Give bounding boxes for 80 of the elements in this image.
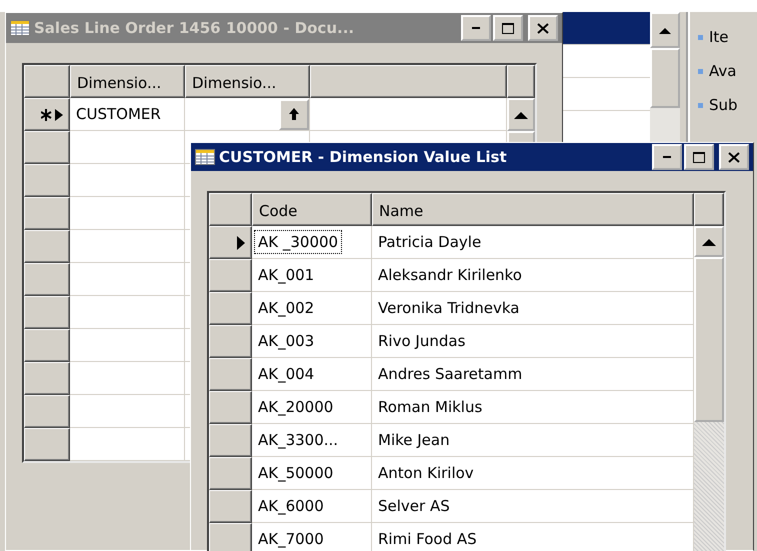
bullet-icon bbox=[698, 102, 703, 108]
close-icon bbox=[728, 152, 740, 162]
link[interactable]: Ava bbox=[709, 62, 736, 80]
table-cell: CUSTOMER bbox=[70, 98, 185, 131]
up-arrow-icon bbox=[659, 26, 671, 34]
link[interactable]: Ite bbox=[709, 28, 729, 46]
close-button[interactable] bbox=[719, 144, 749, 170]
minimize-icon bbox=[663, 156, 671, 158]
row-header[interactable] bbox=[209, 358, 252, 391]
row-header[interactable] bbox=[209, 391, 252, 424]
row-header[interactable] bbox=[209, 457, 252, 490]
column-header[interactable]: Code bbox=[252, 193, 372, 226]
column-header[interactable]: Name bbox=[372, 193, 694, 226]
row-header[interactable] bbox=[24, 131, 70, 164]
table-cell: Veronika Tridnevka bbox=[372, 292, 694, 325]
maximize-icon bbox=[502, 22, 514, 34]
row-header[interactable] bbox=[24, 362, 70, 395]
table-cell-text: AK_003 bbox=[257, 331, 316, 352]
table-cell: Mike Jean bbox=[372, 424, 694, 457]
lookup-button[interactable] bbox=[279, 98, 309, 130]
column-header[interactable]: Dimensio... bbox=[70, 65, 185, 98]
table-icon bbox=[195, 149, 215, 165]
row-header[interactable] bbox=[24, 164, 70, 197]
row-header[interactable] bbox=[24, 428, 70, 461]
table-cell-text: AK_7000 bbox=[257, 529, 325, 550]
row-header[interactable] bbox=[24, 230, 70, 263]
row-header[interactable] bbox=[24, 329, 70, 362]
row-header[interactable] bbox=[209, 292, 252, 325]
row-header[interactable] bbox=[209, 193, 252, 226]
scroll-up-button[interactable] bbox=[650, 12, 680, 48]
table-cell-text: AK_001 bbox=[257, 265, 316, 286]
column-header[interactable] bbox=[310, 65, 507, 98]
link[interactable]: Sub bbox=[709, 96, 738, 114]
table-cell-text: AK_6000 bbox=[257, 496, 325, 517]
column-header[interactable]: Dimensio... bbox=[185, 65, 310, 98]
bullet-icon bbox=[698, 34, 703, 40]
maximize-icon bbox=[693, 152, 705, 162]
table-cell: Aleksandr Kirilenko bbox=[372, 259, 694, 292]
row-header[interactable] bbox=[209, 424, 252, 457]
row-header[interactable] bbox=[209, 259, 252, 292]
row-header[interactable] bbox=[24, 197, 70, 230]
table-cell-text: AK_002 bbox=[257, 298, 316, 319]
up-arrow-icon bbox=[702, 238, 716, 246]
row-header[interactable] bbox=[209, 490, 252, 523]
row-header[interactable] bbox=[24, 98, 70, 131]
table-cell-text: AK_004 bbox=[257, 364, 316, 385]
up-arrow-icon bbox=[289, 108, 299, 120]
row-header[interactable] bbox=[209, 325, 252, 358]
window-title: Sales Line Order 1456 10000 - Docu... bbox=[34, 19, 356, 37]
table-icon bbox=[10, 20, 30, 36]
table-cell-text: AK_50000 bbox=[257, 463, 334, 484]
new-record-indicator-icon bbox=[41, 108, 63, 120]
close-icon bbox=[537, 22, 549, 34]
table-cell: Patricia Dayle bbox=[372, 226, 694, 259]
bullet-icon bbox=[698, 68, 703, 74]
row-header[interactable] bbox=[209, 226, 252, 259]
row-header[interactable] bbox=[24, 395, 70, 428]
window-title: CUSTOMER - Dimension Value List bbox=[219, 148, 508, 166]
row-header[interactable] bbox=[24, 296, 70, 329]
table-cell-text: AK_3300... bbox=[257, 430, 340, 451]
selected-row[interactable] bbox=[562, 12, 650, 45]
maximize-button[interactable] bbox=[684, 144, 714, 170]
scrollbar-thumb[interactable] bbox=[694, 257, 724, 422]
row-header[interactable] bbox=[24, 65, 70, 98]
scrollbar-thumb[interactable] bbox=[650, 48, 680, 108]
row-header[interactable] bbox=[24, 263, 70, 296]
table-cell: Roman Miklus bbox=[372, 391, 694, 424]
minimize-button[interactable] bbox=[652, 144, 682, 170]
table-cell: Anton Kirilov bbox=[372, 457, 694, 490]
minimize-icon bbox=[472, 27, 480, 29]
table-cell: Selver AS bbox=[372, 490, 694, 523]
table-cell: AK _30000 bbox=[254, 230, 342, 254]
current-row-arrow-icon bbox=[237, 236, 245, 250]
table-cell: Andres Saaretamm bbox=[372, 358, 694, 391]
row-header[interactable] bbox=[209, 523, 252, 551]
scroll-up-button[interactable] bbox=[694, 226, 724, 257]
table-cell-text: AK_20000 bbox=[257, 397, 334, 418]
up-arrow-icon bbox=[514, 110, 528, 118]
scroll-up-button[interactable] bbox=[507, 98, 535, 131]
table-cell: Rivo Jundas bbox=[372, 325, 694, 358]
